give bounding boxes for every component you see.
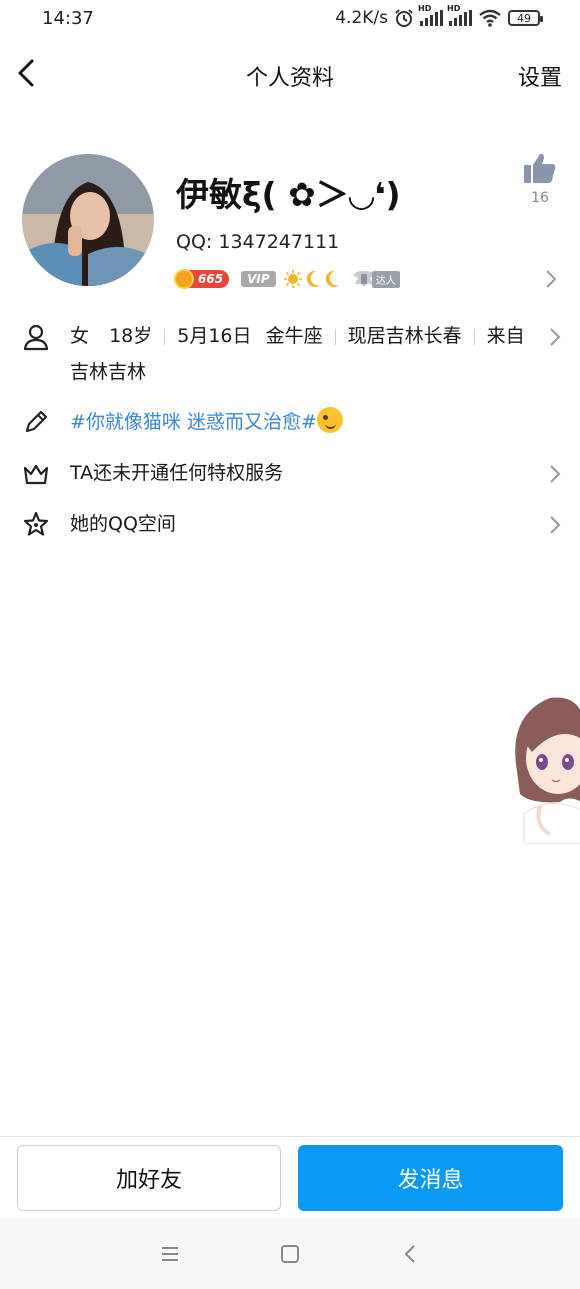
home-icon[interactable] [278,1242,302,1266]
wifi-icon [479,9,501,27]
add-friend-button[interactable]: 加好友 [17,1145,281,1211]
privilege-row[interactable]: TA还未开通任何特权服务 [22,455,562,493]
hd-label-2: HD [447,4,461,13]
qzone-row[interactable]: 她的QQ空间 [22,506,562,544]
level-badge-value: 665 [198,272,224,286]
like-button[interactable]: 16 [520,152,560,206]
level-badge: 665 [174,269,230,289]
menu-icon[interactable] [158,1242,182,1266]
chevron-right-icon [550,328,561,346]
qq-number: 1347247111 [218,231,340,253]
mascot-girl-icon [515,697,580,844]
hd-label: HD [418,4,432,13]
basic-info-text: 女 18岁 5月16日 金牛座 现居吉林长春 来自 吉林吉林 [70,318,540,390]
moon-icon-2 [325,270,339,287]
star-icon [23,511,49,536]
nickname: 伊敏ξ( ✿＞◡❛) [176,175,401,214]
separator [164,328,166,345]
status-time: 14:37 [42,8,94,29]
level-icons [283,269,340,289]
crown-icon [23,464,49,485]
chevron-right-icon [550,516,561,534]
avatar-image [22,154,154,286]
qq-number-line: QQ: 1347247111 [176,231,339,253]
status-bar: 14:37 4.2K/s HD HD 49 [0,0,580,38]
back-icon[interactable] [398,1242,422,1266]
like-count: 16 [531,190,549,206]
signal-icon: HD [418,4,443,26]
network-speed: 4.2K/s [335,8,388,28]
thumbs-up-icon [524,153,556,183]
page-title: 个人资料 [245,66,334,91]
send-message-button[interactable]: 发消息 [298,1145,563,1211]
hometown: 吉林吉林 [70,361,147,383]
settings-button[interactable]: 设置 [518,60,562,92]
privilege-label: TA还未开通任何特权服务 [70,462,284,484]
avatar[interactable] [22,154,154,286]
separator [473,328,475,345]
badge-row[interactable]: 665 VIP 达人 [174,266,400,292]
bottom-divider [0,1136,580,1137]
system-nav-bar [0,1218,580,1289]
wink-emoji-icon [316,407,343,433]
signature-text: #你就像猫咪 迷惑而又治愈# [70,404,343,440]
basic-info-row[interactable]: 女 18岁 5月16日 金牛座 现居吉林长春 来自 吉林吉林 [22,318,562,390]
signal-icon-2: HD [447,4,472,26]
qq-label: QQ: [176,231,213,253]
hometown-prefix: 来自 [486,325,525,347]
gender: 女 [70,325,90,347]
chevron-right-icon [550,465,561,483]
person-icon [23,324,49,351]
mascot-widget[interactable] [510,694,580,844]
status-icons: 4.2K/s HD HD 49 [335,4,543,30]
signature-topic[interactable]: #你就像猫咪 迷惑而又治愈# [70,411,317,433]
separator [334,328,336,345]
battery-icon: 49 [508,10,543,26]
pencil-icon [25,410,48,433]
talent-badge: 达人 [352,268,400,290]
moon-icon [306,270,320,287]
age: 18岁 [109,325,153,347]
vip-badge: VIP [241,271,276,287]
residence: 现居吉林长春 [347,325,462,347]
alarm-icon [395,9,413,27]
birthday: 5月16日 [177,325,252,347]
profile-detail-chevron-icon[interactable] [544,268,558,290]
coin-icon [174,269,194,289]
qzone-label: 她的QQ空间 [70,513,176,535]
talent-badge-label: 达人 [371,270,400,288]
sun-icon [283,269,302,288]
top-nav: 个人资料 设置 [0,48,580,98]
zodiac: 金牛座 [265,325,323,347]
signature-row[interactable]: #你就像猫咪 迷惑而又治愈# [22,404,562,442]
